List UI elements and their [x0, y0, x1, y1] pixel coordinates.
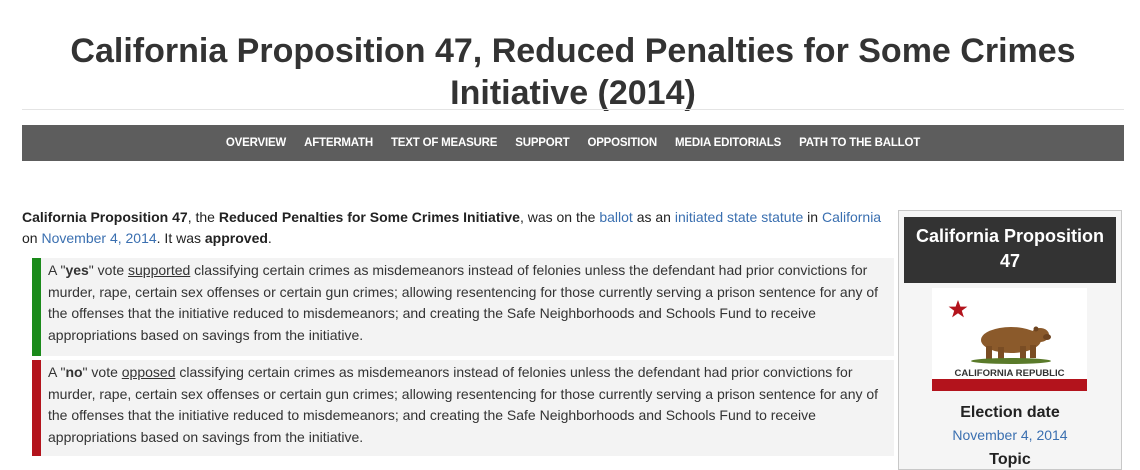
nav-media-editorials[interactable]: MEDIA EDITORIALS	[675, 137, 781, 149]
flag-text: CALIFORNIA REPUBLIC	[955, 368, 1066, 378]
no-color-bar	[32, 360, 41, 456]
nav-overview[interactable]: OVERVIEW	[226, 137, 286, 149]
topic-label: Topic	[989, 451, 1031, 468]
flag-red-stripe	[932, 379, 1087, 391]
yes-word: yes	[65, 262, 89, 278]
infobox-election-date-link[interactable]: November 4, 2014	[899, 427, 1121, 443]
no-vote-box: A "no" vote opposed classifying certain …	[32, 360, 894, 456]
initiative-name: Reduced Penalties for Some Crimes Initia…	[218, 209, 520, 225]
yes-color-bar	[32, 258, 41, 356]
intro-text: in	[803, 209, 822, 225]
california-flag-image: CALIFORNIA REPUBLIC	[932, 288, 1087, 391]
measure-name: California Proposition 47	[22, 209, 188, 225]
nav-support[interactable]: SUPPORT	[515, 137, 569, 149]
intro-text: on	[22, 230, 42, 246]
intro-paragraph: California Proposition 47, the Reduced P…	[22, 207, 897, 249]
yes-vote-text: A "	[48, 262, 66, 278]
yes-vote-text: " vote	[88, 262, 129, 278]
page-title: California Proposition 47, Reduced Penal…	[70, 32, 1076, 112]
nav-aftermath[interactable]: AFTERMATH	[304, 137, 373, 149]
flag-graphic: CALIFORNIA REPUBLIC	[932, 288, 1087, 391]
intro-text: as an	[632, 209, 675, 225]
no-vote-text: A "	[48, 364, 66, 380]
intro-text: . It was	[156, 230, 205, 246]
initiated-statute-link[interactable]: initiated state statute	[675, 209, 803, 225]
ballot-link[interactable]: ballot	[599, 209, 632, 225]
nav-text-of-measure[interactable]: TEXT OF MEASURE	[391, 137, 497, 149]
no-word: no	[65, 364, 83, 380]
california-link[interactable]: California	[822, 209, 881, 225]
title-divider	[22, 109, 1124, 110]
infobox-title: California Proposition 47	[904, 217, 1116, 283]
supported-link[interactable]: supported	[128, 262, 190, 278]
opposed-link[interactable]: opposed	[122, 364, 176, 380]
infobox: California Proposition 47 CALIFORNIA REP…	[898, 210, 1122, 470]
no-vote-text: " vote	[82, 364, 122, 380]
nav-path-to-ballot[interactable]: PATH TO THE BALLOT	[799, 137, 920, 149]
intro-text: , the	[187, 209, 219, 225]
result-text: approved	[204, 230, 268, 246]
section-navbar: OVERVIEW AFTERMATH TEXT OF MEASURE SUPPO…	[22, 125, 1124, 161]
intro-text: .	[267, 230, 272, 246]
yes-vote-box: A "yes" vote supported classifying certa…	[32, 258, 894, 356]
election-date-link[interactable]: November 4, 2014	[41, 230, 156, 246]
intro-text: , was on the	[519, 209, 600, 225]
election-date-label: Election date	[960, 404, 1060, 421]
nav-opposition[interactable]: OPPOSITION	[587, 137, 657, 149]
